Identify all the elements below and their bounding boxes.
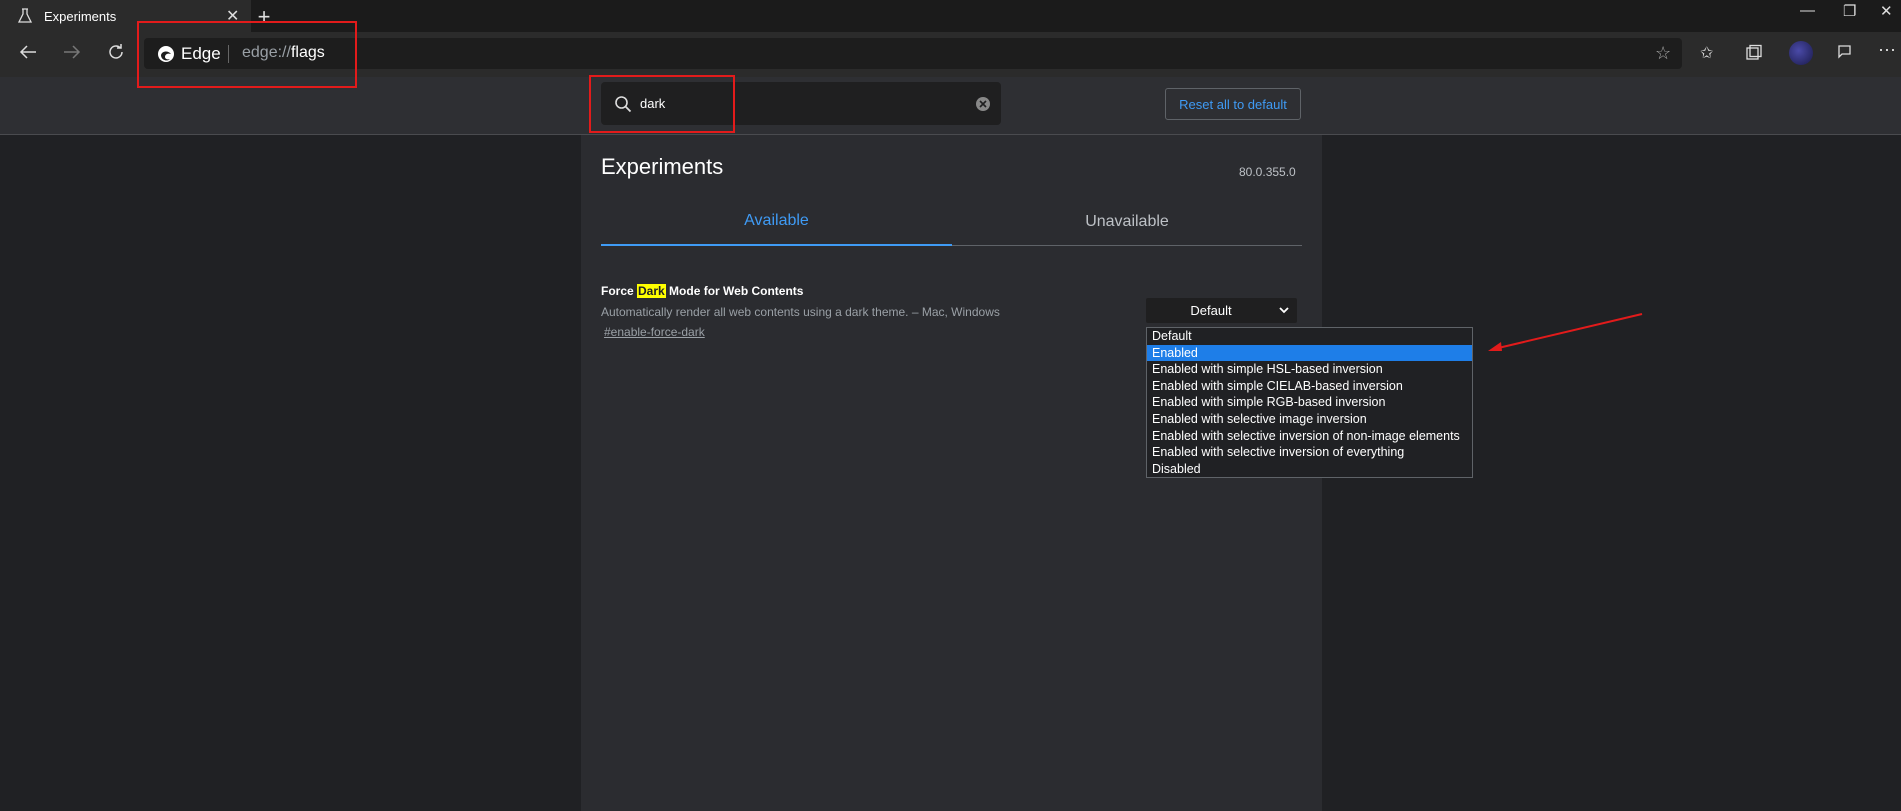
address-highlight-box xyxy=(137,21,357,88)
collections-icon[interactable] xyxy=(1745,44,1763,67)
dropdown-option-selected[interactable]: Enabled xyxy=(1147,344,1472,362)
refresh-icon[interactable] xyxy=(104,40,128,64)
search-highlight: Dark xyxy=(637,284,666,298)
close-window-icon[interactable]: ✕ xyxy=(1880,2,1893,20)
flag-permalink[interactable]: #enable-force-dark xyxy=(604,325,705,339)
flag-title: Force Dark Mode for Web Contents xyxy=(601,284,803,298)
clear-search-icon[interactable] xyxy=(975,96,991,117)
dropdown-option[interactable]: Enabled with simple CIELAB-based inversi… xyxy=(1147,378,1472,395)
flag-select-value: Default xyxy=(1190,303,1232,318)
flask-icon xyxy=(17,8,33,29)
favorite-star-icon[interactable]: ☆ xyxy=(1655,43,1671,64)
more-menu-icon[interactable]: ⋯ xyxy=(1878,40,1896,61)
flag-select[interactable]: Default xyxy=(1146,298,1297,323)
dropdown-option[interactable]: Enabled with simple RGB-based inversion xyxy=(1147,394,1472,411)
tab-available[interactable]: Available xyxy=(601,212,952,230)
flag-options-dropdown: Default Enabled Enabled with simple HSL-… xyxy=(1146,327,1473,478)
dropdown-option[interactable]: Disabled xyxy=(1147,461,1472,478)
flag-title-end: Mode for Web Contents xyxy=(665,284,804,298)
minimize-icon[interactable]: — xyxy=(1800,2,1815,19)
back-icon[interactable] xyxy=(16,40,40,64)
dropdown-option[interactable]: Enabled with simple HSL-based inversion xyxy=(1147,361,1472,378)
annotation-arrow-icon xyxy=(1488,313,1643,351)
dropdown-option[interactable]: Enabled with selective inversion of non-… xyxy=(1147,428,1472,445)
tab-title: Experiments xyxy=(44,9,117,24)
dropdown-option[interactable]: Enabled with selective image inversion xyxy=(1147,411,1472,428)
page-title: Experiments xyxy=(601,154,724,179)
dropdown-option[interactable]: Default xyxy=(1147,328,1472,345)
chevron-down-icon xyxy=(1279,303,1289,318)
flag-title-start: Force xyxy=(601,284,638,298)
feedback-icon[interactable] xyxy=(1836,43,1854,66)
tab-unavailable[interactable]: Unavailable xyxy=(952,213,1302,231)
search-highlight-box xyxy=(589,75,735,133)
dropdown-option[interactable]: Enabled with selective inversion of ever… xyxy=(1147,444,1472,461)
version-label: 80.0.355.0 xyxy=(1239,165,1296,179)
tab-active-indicator xyxy=(601,244,952,246)
restore-icon[interactable]: ❐ xyxy=(1843,2,1856,20)
profile-avatar[interactable] xyxy=(1789,41,1813,65)
forward-icon[interactable] xyxy=(60,40,84,64)
favorites-icon[interactable]: ✩ xyxy=(1700,43,1713,63)
reset-all-button[interactable]: Reset all to default xyxy=(1165,88,1301,120)
address-bar[interactable] xyxy=(144,38,1682,69)
flag-description: Automatically render all web contents us… xyxy=(601,305,1000,319)
